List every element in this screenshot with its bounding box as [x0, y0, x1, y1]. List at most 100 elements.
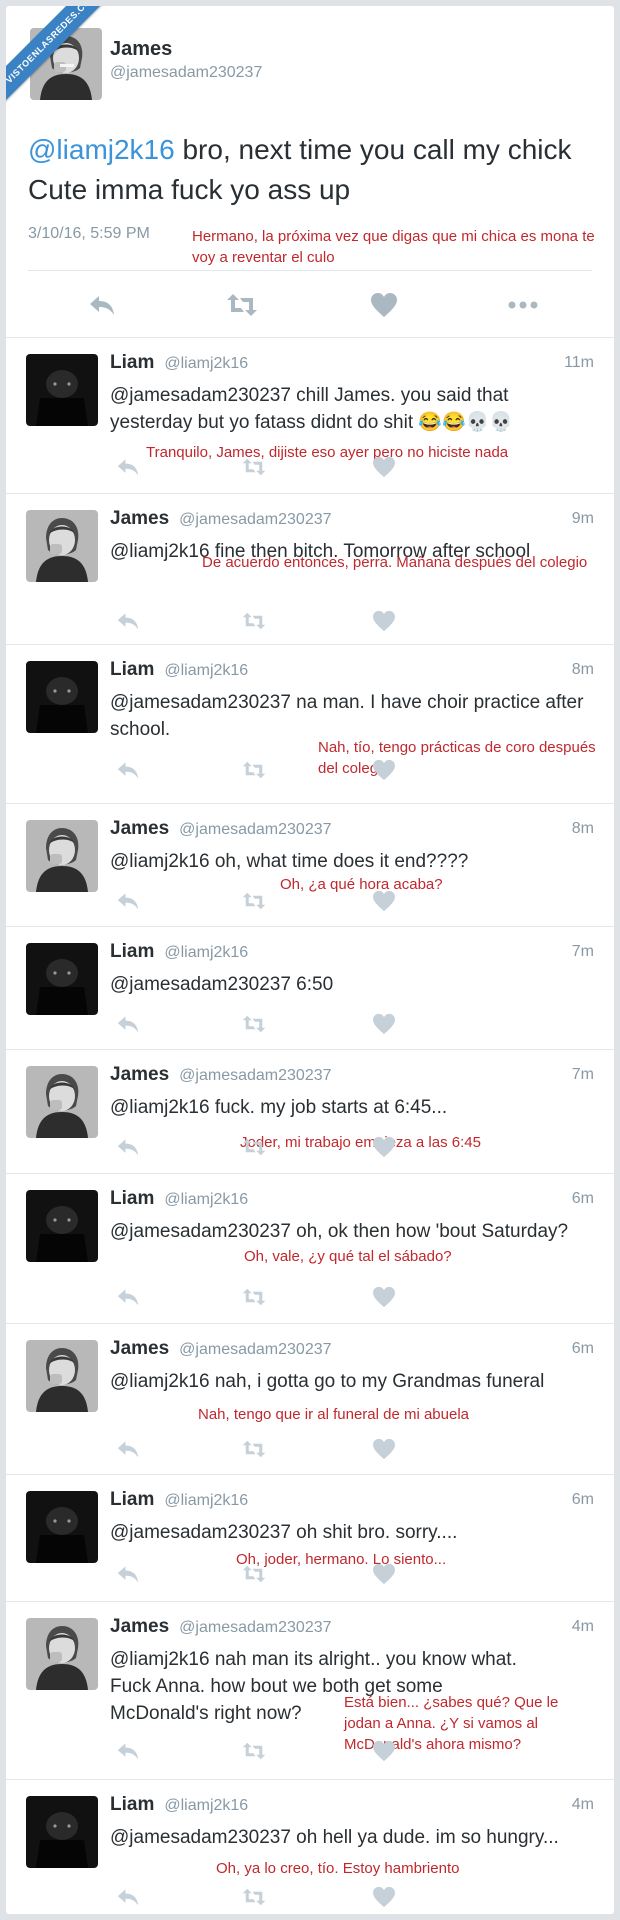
reply-author-name[interactable]: Liam: [110, 1188, 154, 1209]
reply-timestamp[interactable]: 9m: [572, 510, 594, 528]
reply-author-name[interactable]: Liam: [110, 352, 154, 373]
reply-author[interactable]: James @jamesadam230237: [110, 1064, 332, 1086]
james-avatar[interactable]: [26, 1066, 98, 1138]
liam-avatar[interactable]: [26, 1491, 98, 1563]
reply-tweet[interactable]: Liam @liamj2k16 7m @jamesadam230237 6:50: [6, 927, 614, 1050]
heart-icon[interactable]: [372, 890, 396, 912]
reply-icon[interactable]: [116, 1136, 140, 1158]
reply-timestamp[interactable]: 7m: [572, 1066, 594, 1084]
liam-avatar[interactable]: [26, 354, 98, 426]
reply-author[interactable]: Liam @liamj2k16: [110, 1794, 248, 1816]
reply-icon[interactable]: [116, 1886, 140, 1908]
reply-timestamp[interactable]: 6m: [572, 1340, 594, 1358]
reply-author[interactable]: Liam @liamj2k16: [110, 941, 248, 963]
reply-icon[interactable]: [116, 1286, 140, 1308]
reply-author-name[interactable]: Liam: [110, 1489, 154, 1510]
reply-icon[interactable]: [116, 890, 140, 912]
reply-icon[interactable]: [88, 292, 116, 318]
reply-author-handle[interactable]: @jamesadam230237: [179, 821, 331, 838]
retweet-icon[interactable]: [242, 1013, 266, 1035]
more-icon[interactable]: [508, 292, 538, 318]
reply-icon[interactable]: [116, 1438, 140, 1460]
reply-author-name[interactable]: James: [110, 1064, 169, 1085]
retweet-icon[interactable]: [226, 292, 258, 318]
heart-icon[interactable]: [372, 1136, 396, 1158]
reply-timestamp[interactable]: 8m: [572, 820, 594, 838]
reply-icon[interactable]: [116, 1740, 140, 1762]
reply-author[interactable]: James @jamesadam230237: [110, 818, 332, 840]
reply-tweet[interactable]: Liam @liamj2k16 6m @jamesadam230237 oh sh…: [6, 1475, 614, 1602]
reply-author[interactable]: James @jamesadam230237: [110, 508, 332, 530]
mention-link[interactable]: @liamj2k16: [28, 134, 175, 165]
reply-timestamp[interactable]: 4m: [572, 1796, 594, 1814]
reply-tweet[interactable]: James @jamesadam230237 9m @liamj2k16 fine…: [6, 494, 614, 645]
reply-author-handle[interactable]: @liamj2k16: [164, 1797, 248, 1814]
reply-author-handle[interactable]: @liamj2k16: [164, 662, 248, 679]
retweet-icon[interactable]: [242, 610, 266, 632]
reply-author[interactable]: James @jamesadam230237: [110, 1616, 332, 1638]
reply-author-handle[interactable]: @liamj2k16: [164, 944, 248, 961]
retweet-icon[interactable]: [242, 456, 266, 478]
reply-icon[interactable]: [116, 1563, 140, 1585]
reply-tweet[interactable]: James @jamesadam230237 8m @liamj2k16 oh, …: [6, 804, 614, 927]
reply-icon[interactable]: [116, 610, 140, 632]
heart-icon[interactable]: [372, 1013, 396, 1035]
james-avatar[interactable]: [26, 1618, 98, 1690]
reply-author-handle[interactable]: @jamesadam230237: [179, 1341, 331, 1358]
retweet-icon[interactable]: [242, 1136, 266, 1158]
reply-timestamp[interactable]: 7m: [572, 943, 594, 961]
liam-avatar[interactable]: [26, 1796, 98, 1868]
reply-author-name[interactable]: James: [110, 1338, 169, 1359]
reply-author-handle[interactable]: @liamj2k16: [164, 1492, 248, 1509]
reply-tweet[interactable]: James @jamesadam230237 4m @liamj2k16 nah …: [6, 1602, 614, 1780]
retweet-icon[interactable]: [242, 890, 266, 912]
reply-icon[interactable]: [116, 1013, 140, 1035]
retweet-icon[interactable]: [242, 759, 266, 781]
tweet-date[interactable]: 3/10/16, 5:59 PM: [28, 225, 150, 243]
reply-timestamp[interactable]: 8m: [572, 661, 594, 679]
reply-tweet[interactable]: Liam @liamj2k16 8m @jamesadam230237 na ma…: [6, 645, 614, 804]
liam-avatar[interactable]: [26, 943, 98, 1015]
retweet-icon[interactable]: [242, 1740, 266, 1762]
reply-timestamp[interactable]: 11m: [564, 354, 594, 372]
james-avatar[interactable]: [26, 510, 98, 582]
heart-icon[interactable]: [372, 759, 396, 781]
reply-timestamp[interactable]: 6m: [572, 1190, 594, 1208]
reply-author-name[interactable]: Liam: [110, 941, 154, 962]
heart-icon[interactable]: [372, 1563, 396, 1585]
reply-author[interactable]: Liam @liamj2k16: [110, 659, 248, 681]
reply-tweet[interactable]: James @jamesadam230237 7m @liamj2k16 fuck…: [6, 1050, 614, 1174]
reply-timestamp[interactable]: 6m: [572, 1491, 594, 1509]
reply-author-name[interactable]: James: [110, 818, 169, 839]
reply-author-handle[interactable]: @liamj2k16: [164, 355, 248, 372]
main-tweet[interactable]: James @jamesadam230237 @liamj2k16 bro, n…: [6, 6, 614, 338]
reply-tweet[interactable]: Liam @liamj2k16 6m @jamesadam230237 oh, o…: [6, 1174, 614, 1324]
reply-author-handle[interactable]: @liamj2k16: [164, 1191, 248, 1208]
retweet-icon[interactable]: [242, 1886, 266, 1908]
heart-icon[interactable]: [372, 456, 396, 478]
reply-timestamp[interactable]: 4m: [572, 1618, 594, 1636]
retweet-icon[interactable]: [242, 1438, 266, 1460]
reply-author-name[interactable]: James: [110, 1616, 169, 1637]
reply-author-handle[interactable]: @jamesadam230237: [179, 1067, 331, 1084]
james-avatar[interactable]: [26, 820, 98, 892]
reply-tweet[interactable]: James @jamesadam230237 6m @liamj2k16 nah,…: [6, 1324, 614, 1475]
liam-avatar[interactable]: [26, 1190, 98, 1262]
main-author-handle[interactable]: @jamesadam230237: [110, 64, 262, 82]
reply-author[interactable]: James @jamesadam230237: [110, 1338, 332, 1360]
reply-icon[interactable]: [116, 759, 140, 781]
james-avatar[interactable]: [26, 1340, 98, 1412]
main-author-name[interactable]: James: [110, 38, 172, 61]
reply-author[interactable]: Liam @liamj2k16: [110, 1489, 248, 1511]
retweet-icon[interactable]: [242, 1286, 266, 1308]
heart-icon[interactable]: [372, 610, 396, 632]
reply-icon[interactable]: [116, 456, 140, 478]
heart-icon[interactable]: [372, 1886, 396, 1908]
reply-author[interactable]: Liam @liamj2k16: [110, 1188, 248, 1210]
reply-author-name[interactable]: Liam: [110, 659, 154, 680]
reply-author-handle[interactable]: @jamesadam230237: [179, 1619, 331, 1636]
heart-icon[interactable]: [370, 292, 398, 318]
reply-author-handle[interactable]: @jamesadam230237: [179, 511, 331, 528]
reply-author-name[interactable]: Liam: [110, 1794, 154, 1815]
reply-tweet[interactable]: Liam @liamj2k16 11m @jamesadam230237 chil…: [6, 338, 614, 494]
